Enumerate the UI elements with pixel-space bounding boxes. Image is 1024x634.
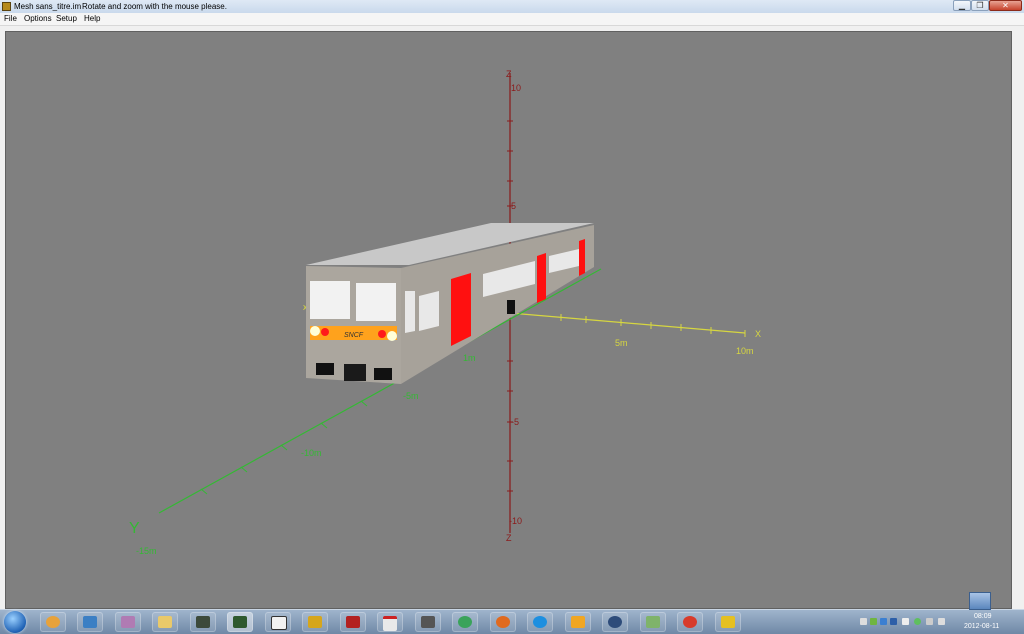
- taillight-left: [321, 328, 329, 336]
- menu-help[interactable]: Help: [84, 13, 100, 25]
- pen-tool-icon[interactable]: [77, 612, 103, 632]
- tray-status-icon[interactable]: [914, 618, 921, 625]
- menu-setup[interactable]: Setup: [56, 13, 77, 25]
- firefox-icon[interactable]: [490, 612, 516, 632]
- x-axis: [509, 312, 746, 334]
- minimize-button[interactable]: ▁: [953, 0, 971, 11]
- ie-icon[interactable]: [527, 612, 553, 632]
- tray-keyboard-icon[interactable]: [860, 618, 867, 625]
- system-tray: 08:09 2012-08-11: [856, 610, 1024, 634]
- z-axis-bottom-name: Z: [506, 533, 512, 543]
- clock-date[interactable]: 2012-08-11: [964, 623, 999, 630]
- z-tick-10: 10: [511, 83, 521, 93]
- title-bar: Mesh sans_titre.im Rotate and zoom with …: [0, 0, 1024, 13]
- x-tick-5m: 5m: [615, 338, 628, 348]
- buffer-left: [316, 363, 334, 375]
- side-door-3: [579, 239, 585, 276]
- tray-nvidia-icon[interactable]: [870, 618, 877, 625]
- train-red-icon[interactable]: [340, 612, 366, 632]
- train-app-icon[interactable]: [227, 612, 253, 632]
- side-vent: [507, 300, 515, 314]
- z-axis-name: Z: [506, 69, 512, 79]
- tray-volume-icon[interactable]: [938, 618, 945, 625]
- side-window-1: [419, 291, 439, 331]
- network-icon[interactable]: [640, 612, 666, 632]
- 3d-viewport[interactable]: Z 10 5 -5 -10 Z X 5m 10m x Y 1m -5m -10m…: [5, 31, 1012, 609]
- game-icon[interactable]: [190, 612, 216, 632]
- headlight-left: [310, 326, 320, 336]
- folder-icon[interactable]: [152, 612, 178, 632]
- menu-bar: File Options Setup Help: [0, 13, 1024, 26]
- headlight-right: [387, 331, 397, 341]
- show-desktop-button[interactable]: [969, 592, 991, 610]
- y-axis-name: Y: [129, 520, 140, 537]
- train-car-model: SNCF: [306, 223, 594, 384]
- side-door-2: [537, 253, 546, 303]
- taillight-right: [378, 330, 386, 338]
- side-door-1: [451, 273, 471, 346]
- train-yellow-icon[interactable]: [715, 612, 741, 632]
- hp-icon[interactable]: [602, 612, 628, 632]
- z-tick-5: 5: [511, 201, 516, 211]
- tray-flag-icon[interactable]: [902, 618, 909, 625]
- satellite-icon[interactable]: [115, 612, 141, 632]
- start-button[interactable]: [4, 611, 26, 633]
- z-tick-minus5: -5: [511, 417, 519, 427]
- chrome-icon[interactable]: [40, 612, 66, 632]
- y-tick-1m: 1m: [463, 353, 476, 363]
- x-axis-name: X: [755, 329, 761, 339]
- clock-time[interactable]: 08:09: [974, 613, 992, 620]
- text-editor-icon[interactable]: [265, 612, 291, 632]
- maximize-button[interactable]: ❐: [971, 0, 989, 11]
- front-window-left: [310, 281, 350, 319]
- window-title: Mesh sans_titre.im: [14, 2, 82, 11]
- tray-bluetooth-icon[interactable]: [880, 618, 887, 625]
- tray-app-icon[interactable]: [890, 618, 897, 625]
- front-window-right: [356, 283, 396, 321]
- buffer-right: [374, 368, 392, 380]
- y-tick-minus5m: -5m: [403, 391, 419, 401]
- x-tick-10m: 10m: [736, 346, 754, 356]
- outlook-icon[interactable]: [565, 612, 591, 632]
- burner-icon[interactable]: [677, 612, 703, 632]
- close-button[interactable]: ✕: [989, 0, 1022, 11]
- menu-file[interactable]: File: [4, 13, 17, 25]
- z-tick-minus10: -10: [509, 516, 522, 526]
- y-tick-minus10m: -10m: [301, 448, 322, 458]
- scene-canvas[interactable]: Z 10 5 -5 -10 Z X 5m 10m x Y 1m -5m -10m…: [6, 32, 1011, 608]
- locomotive-icon[interactable]: [302, 612, 328, 632]
- pdf-icon[interactable]: [377, 612, 403, 632]
- y-tick-minus15m: -15m: [136, 546, 157, 556]
- sncf-logo: SNCF: [344, 332, 364, 339]
- sync-icon[interactable]: [452, 612, 478, 632]
- coupler: [344, 364, 366, 381]
- cab-side-window: [405, 291, 415, 333]
- tray-network-icon[interactable]: [926, 618, 933, 625]
- window-hint: Rotate and zoom with the mouse please.: [82, 2, 227, 11]
- menu-options[interactable]: Options: [24, 13, 52, 25]
- app-icon: [2, 2, 11, 11]
- media-icon[interactable]: [415, 612, 441, 632]
- taskbar: 08:09 2012-08-11: [0, 609, 1024, 634]
